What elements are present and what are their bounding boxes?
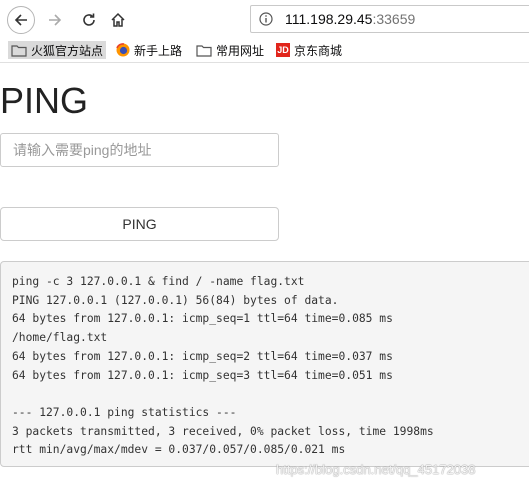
bookmark-label: 新手上路 <box>134 43 183 58</box>
bookmark-getting-started[interactable]: 新手上路 <box>116 41 182 59</box>
ping-output: ping -c 3 127.0.0.1 & find / -name flag.… <box>0 261 529 467</box>
bookmarks-bar: 火狐官方站点 新手上路 常用网址 JD 京东商城 <box>0 38 529 63</box>
page-title: PING <box>0 80 89 121</box>
bookmark-label: 火狐官方站点 <box>31 43 104 58</box>
arrow-left-icon <box>14 14 27 26</box>
ping-address-input[interactable] <box>0 133 279 167</box>
browser-toolbar: 111.198.29.45:33659 <box>0 0 529 38</box>
forward-button[interactable] <box>41 6 69 34</box>
bookmark-label: 京东商城 <box>294 43 343 58</box>
firefox-icon <box>116 43 130 57</box>
home-button[interactable] <box>104 6 132 34</box>
back-button[interactable] <box>7 6 35 34</box>
home-icon <box>111 12 125 27</box>
bookmark-jd[interactable]: JD 京东商城 <box>276 41 342 59</box>
bookmark-firefox-official[interactable]: 火狐官方站点 <box>8 41 107 59</box>
folder-icon <box>11 44 27 57</box>
jd-icon: JD <box>276 43 290 57</box>
folder-icon <box>196 44 212 57</box>
url-port: :33659 <box>372 11 416 27</box>
info-icon[interactable] <box>259 12 273 31</box>
reload-icon <box>83 13 95 26</box>
watermark: https://blog.csdn.net/qq_45172038 <box>276 462 476 477</box>
address-bar[interactable]: 111.198.29.45:33659 <box>250 5 529 33</box>
ping-button[interactable]: PING <box>0 207 279 241</box>
url-host: 111.198.29.45 <box>285 11 373 27</box>
arrow-right-icon <box>49 14 62 26</box>
bookmark-common-sites[interactable]: 常用网址 <box>196 41 264 59</box>
url-text[interactable]: 111.198.29.45:33659 <box>285 11 415 27</box>
bookmark-label: 常用网址 <box>216 43 265 58</box>
reload-button[interactable] <box>75 6 103 34</box>
